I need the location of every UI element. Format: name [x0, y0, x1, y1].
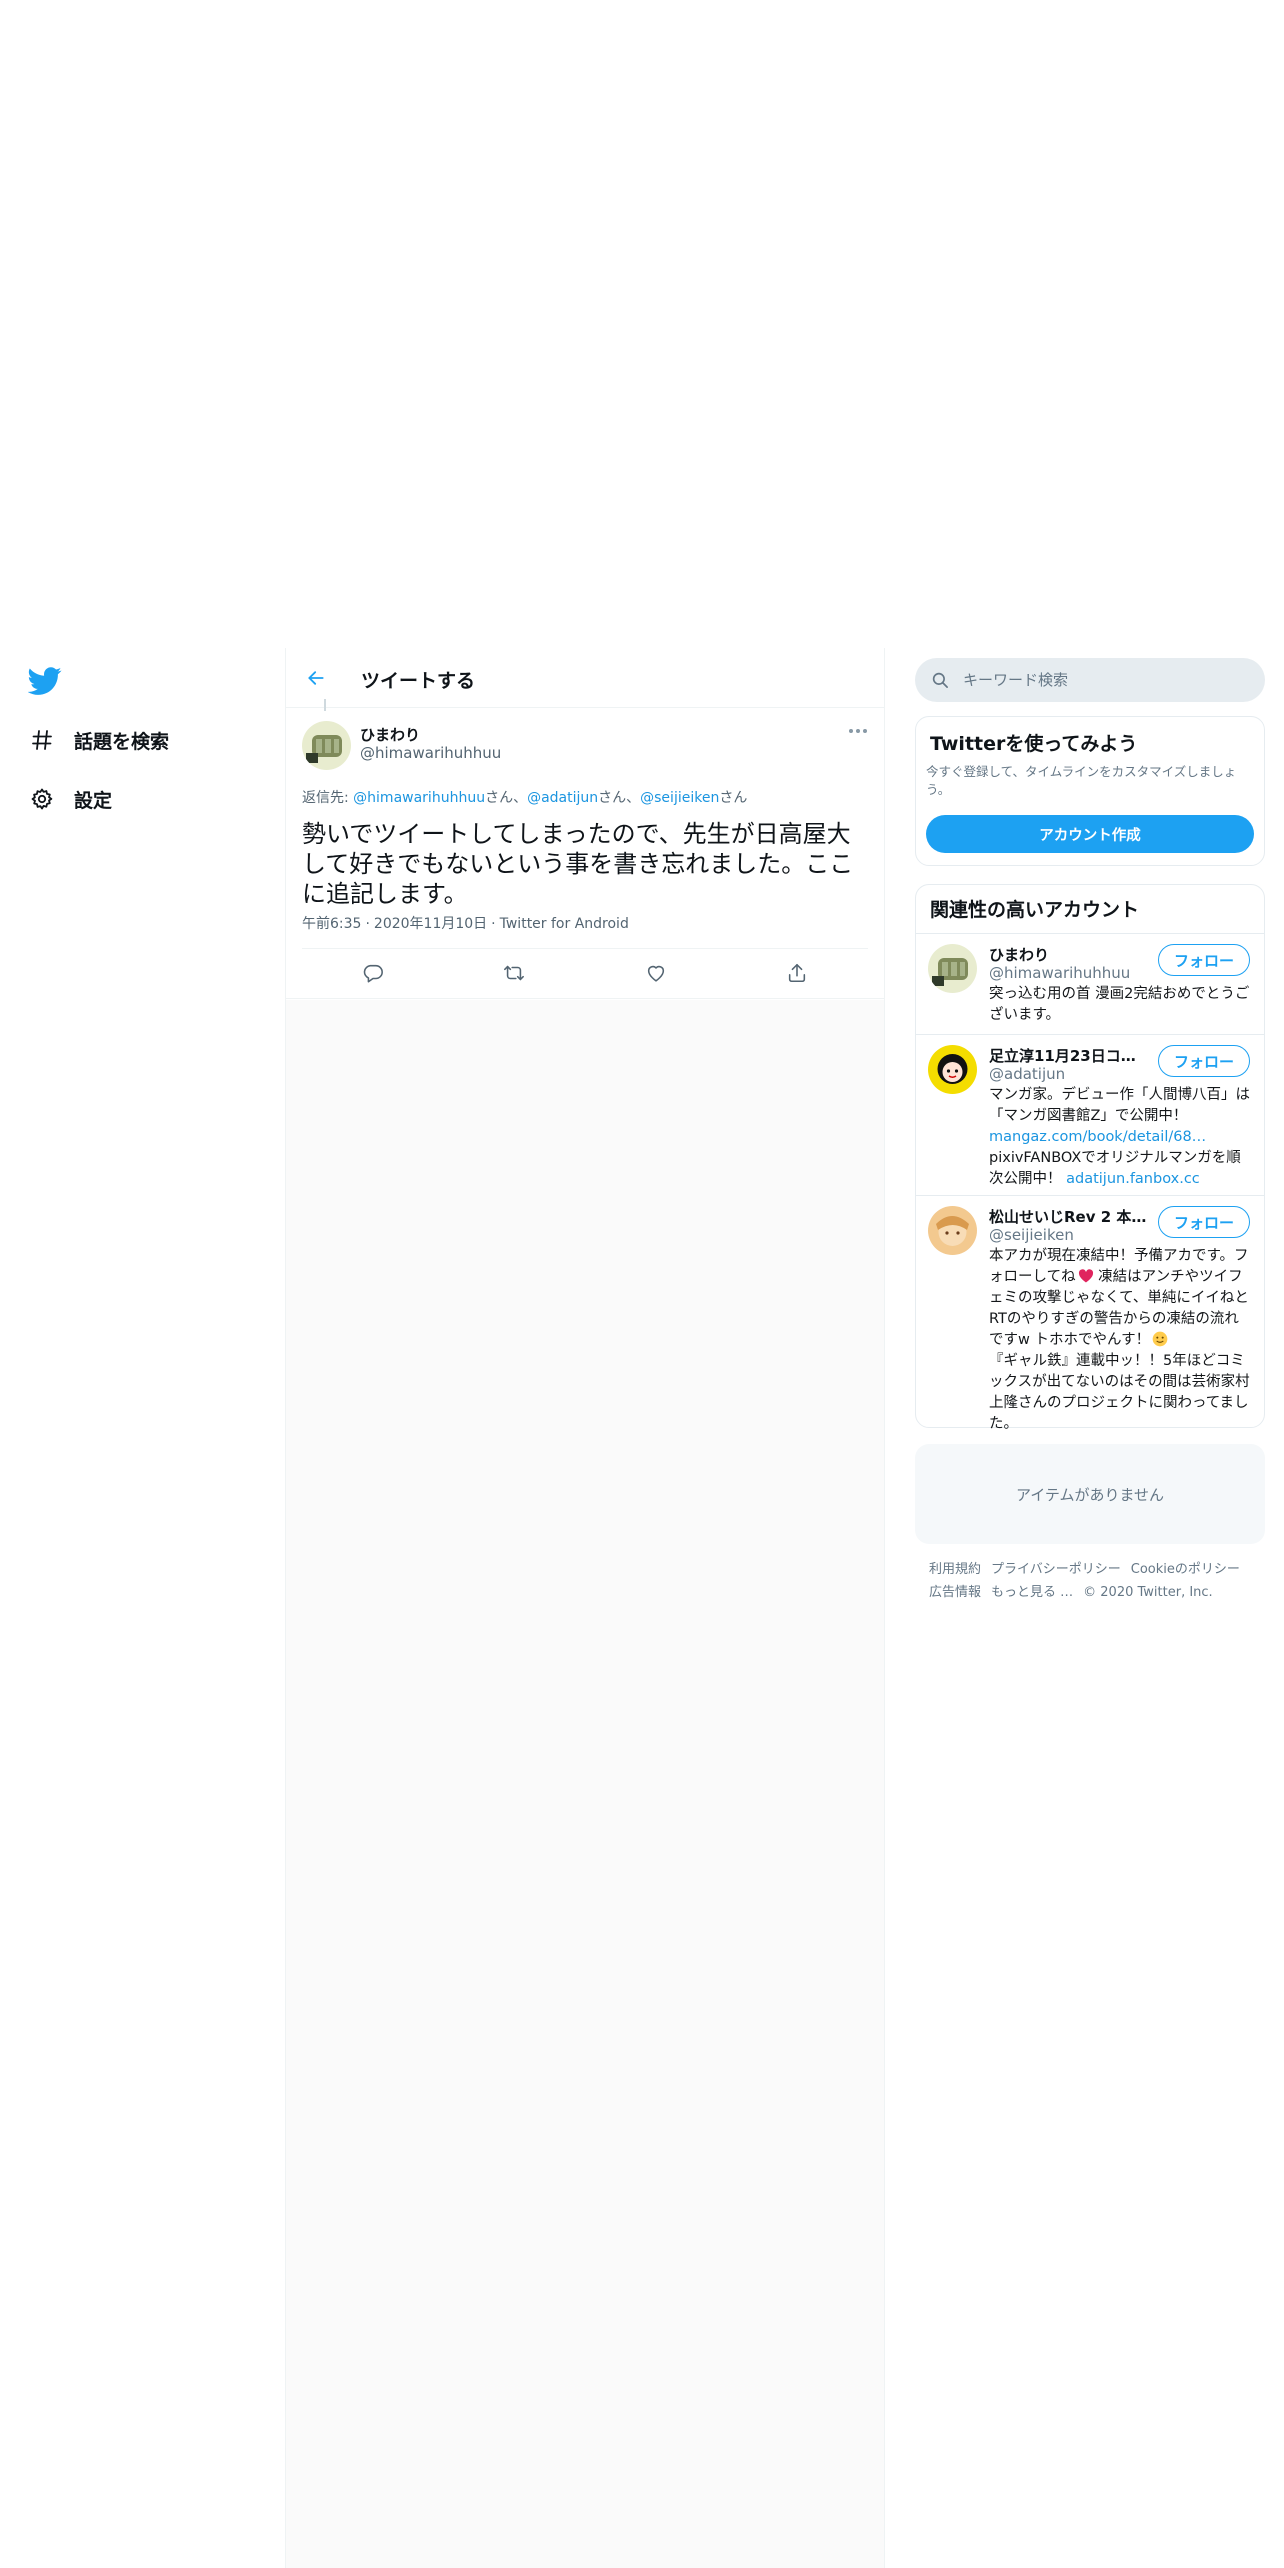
account-bio: 本アカが現在凍結中！予備アカです。フォローしてね 凍結はアンチやツイフェミの攻撃…: [989, 1246, 1251, 1435]
page-title: ツイートする: [361, 670, 476, 692]
retweet-button[interactable]: [496, 955, 532, 991]
tweet-author-handle[interactable]: @himawarihuhhuu: [360, 744, 501, 762]
bio-link[interactable]: adatijun.fanbox.cc: [1066, 1171, 1200, 1187]
avatar[interactable]: [928, 1045, 977, 1094]
tweet: ひまわり @himawarihuhhuu 返信先: @himawarihuhhu…: [286, 699, 884, 999]
related-accounts-card: 関連性の高いアカウント ひまわり @himawarihuhhuu フォロー 突っ…: [915, 884, 1265, 1432]
retweet-icon: [504, 965, 525, 981]
tweet-meta: 午前6:35 · 2020年11月10日 · Twitter for Android: [302, 913, 629, 933]
account-handle[interactable]: @adatijun: [989, 1065, 1065, 1083]
search-box[interactable]: [915, 658, 1265, 702]
footer-link[interactable]: 広告情報: [929, 1585, 981, 1600]
bio-text: マンガ家。デビュー作「人間博八百」は「マンガ図書館Z」で公開中！: [989, 1087, 1250, 1124]
trends-card: アイテムがありません: [915, 1444, 1265, 1544]
reply-icon: [363, 964, 383, 983]
follow-button[interactable]: フォロー: [1158, 1045, 1250, 1077]
meta-separator: ·: [365, 916, 370, 932]
share-button[interactable]: [779, 955, 815, 991]
avatar[interactable]: [302, 721, 351, 770]
reply-prefix: 返信先:: [302, 790, 354, 806]
nav-settings[interactable]: 設定: [28, 779, 112, 819]
account-handle[interactable]: @seijieiken: [989, 1226, 1074, 1244]
tweet-actions: [302, 949, 868, 997]
related-account[interactable]: ひまわり @himawarihuhhuu フォロー 突っ込む用の首 漫画2完結お…: [916, 934, 1264, 1034]
meta-separator: ·: [491, 916, 496, 932]
account-bio: 突っ込む用の首 漫画2完結おめでとうございます。: [989, 986, 1250, 1023]
nav-explore[interactable]: 話題を検索: [28, 720, 169, 760]
heart-icon: [647, 965, 664, 982]
related-account[interactable]: 足立淳11月23日コミ… @adatijun フォロー マンガ家。デビュー作「人…: [916, 1035, 1264, 1195]
back-button[interactable]: [300, 662, 332, 694]
mention-suffix: さん、: [598, 790, 641, 806]
footer-link[interactable]: 利用規約: [929, 1562, 981, 1577]
gear-icon: [28, 785, 56, 813]
reply-to-line: 返信先: @himawarihuhhuuさん、@adatijunさん、@seij…: [302, 787, 747, 807]
more-dots-icon: [849, 729, 867, 733]
search-icon: [932, 672, 948, 688]
related-accounts-title: 関連性の高いアカウント: [930, 899, 1140, 921]
follow-button[interactable]: フォロー: [1158, 1206, 1250, 1238]
follow-button[interactable]: フォロー: [1158, 944, 1250, 976]
footer-link[interactable]: プライバシーポリシー: [991, 1562, 1121, 1577]
footer-link[interactable]: Cookieのポリシー: [1131, 1562, 1240, 1577]
header-bar: ツイートする: [286, 648, 884, 708]
mention-suffix: さん、: [485, 790, 528, 806]
red-heart-icon: [1078, 1269, 1093, 1283]
tweet-text: 勢いでツイートしてしまったので、先生が日高屋大して好きでもないという事を書き忘れ…: [302, 820, 854, 908]
avatar[interactable]: [928, 1206, 977, 1255]
trends-empty-message: アイテムがありません: [1015, 1486, 1165, 1504]
signup-description: 今すぐ登録して、タイムラインをカスタマイズしましょう。: [926, 764, 1237, 797]
account-name[interactable]: ひまわり: [989, 944, 1149, 965]
bio-text: 『ギャル鉄』連載中ッ！！5年ほどコミックスが出てないのはその間は芸術家村上隆さん…: [989, 1353, 1250, 1432]
account-name[interactable]: 足立淳11月23日コミ…: [989, 1045, 1149, 1066]
copyright: © 2020 Twitter, Inc.: [1083, 1585, 1213, 1600]
back-arrow-icon: [308, 671, 324, 685]
avatar[interactable]: [928, 944, 977, 993]
like-button[interactable]: [638, 955, 674, 991]
footer: 利用規約 プライバシーポリシー Cookieのポリシー 広告情報 もっと見る … © 2…: [929, 1558, 1259, 1604]
reply-button[interactable]: [355, 955, 391, 991]
search-input[interactable]: [963, 658, 1253, 702]
more-options-button[interactable]: [846, 721, 870, 741]
share-icon: [789, 963, 806, 983]
hashtag-icon: [28, 726, 56, 754]
account-handle[interactable]: @himawarihuhhuu: [989, 964, 1130, 982]
mention-suffix: さん: [719, 790, 748, 806]
thread-line: [324, 699, 326, 711]
mention-link[interactable]: @adatijun: [527, 790, 598, 806]
account-bio: マンガ家。デビュー作「人間博八百」は「マンガ図書館Z」で公開中！ mangaz.…: [989, 1085, 1251, 1190]
tweet-source[interactable]: Twitter for Android: [500, 916, 629, 932]
nav-explore-label: 話題を検索: [74, 730, 170, 753]
mention-link[interactable]: @seijieiken: [640, 790, 719, 806]
nav-settings-label: 設定: [74, 789, 113, 812]
twitter-bird-icon[interactable]: [27, 664, 62, 698]
footer-more-link[interactable]: もっと見る …: [991, 1585, 1073, 1600]
mention-link[interactable]: @himawarihuhhuu: [353, 790, 485, 806]
related-account[interactable]: 松山せいじRev 2 本… @seijieiken フォロー 本アカが現在凍結中…: [916, 1196, 1264, 1432]
tweet-time[interactable]: 午前6:35: [302, 916, 361, 932]
signup-card: Twitterを使ってみよう 今すぐ登録して、タイムラインをカスタマイズしましょ…: [915, 716, 1265, 866]
create-account-button[interactable]: アカウント作成: [926, 815, 1254, 853]
bio-link[interactable]: mangaz.com/book/detail/68…: [989, 1129, 1206, 1145]
tweet-author-name[interactable]: ひまわり: [360, 724, 420, 745]
account-name[interactable]: 松山せいじRev 2 本…: [989, 1206, 1149, 1227]
signup-title: Twitterを使ってみよう: [930, 733, 1138, 755]
tweet-detail-column: ツイートする ひまわり @himawarihuhhuu 返信先: @himawa…: [285, 648, 885, 2568]
tweet-date[interactable]: 2020年11月10日: [374, 916, 487, 932]
sweat-smile-emoji-icon: [1152, 1331, 1168, 1347]
